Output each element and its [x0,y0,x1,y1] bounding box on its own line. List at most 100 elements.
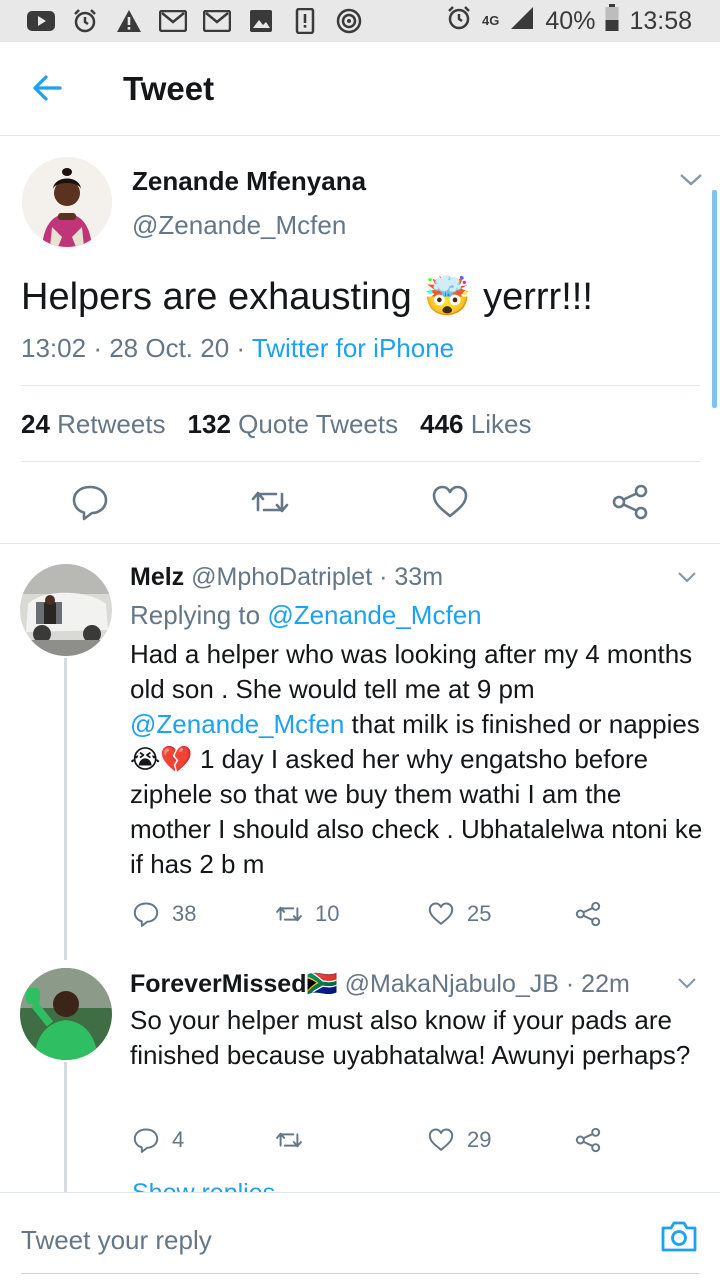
hotspot-icon [334,8,364,34]
quotes-count: 132 [187,409,231,439]
reply-author-name-text: ForeverMissed [130,970,307,998]
retweet-count: 10 [315,901,340,926]
gmail-icon [158,9,188,33]
reply-button[interactable]: 38 [132,900,196,928]
south-africa-flag-emoji: 🇿🇦 [306,970,338,998]
heart-icon [428,902,454,925]
avatar[interactable] [20,564,112,656]
share-button[interactable] [574,900,602,928]
divider [21,1273,700,1274]
quotes-stat[interactable]: 132 Quote Tweets [188,409,399,440]
reply-icon[interactable] [70,482,110,522]
reply-mention[interactable]: @Zenande_Mcfen [130,709,344,739]
tweet-source[interactable]: Twitter for iPhone [252,333,454,363]
exploding-head-emoji: 🤯 [423,276,472,318]
battery-percent: 40% [545,6,596,35]
heart-icon [428,1128,454,1151]
reply-age: 33m [394,563,444,591]
reply-composer: Tweet your reply [0,1192,720,1280]
reply-header: Melz @MphoDatriplet · 33m [130,563,444,591]
app-bar: Tweet [0,42,720,136]
author-handle[interactable]: @Zenande_Mcfen [132,210,346,241]
like-count: 29 [467,1127,492,1152]
likes-stat[interactable]: 446 Likes [420,409,531,440]
thread-line [64,658,67,960]
crying-broken-heart-emoji: 😭💔 [130,744,193,774]
chevron-down-icon[interactable] [676,974,698,992]
chevron-down-icon[interactable] [678,170,704,190]
like-count: 25 [467,901,492,926]
tweet-time: 13:02 [21,333,87,363]
retweets-label: Retweets [57,409,166,439]
share-button[interactable] [574,1126,602,1154]
reply-text: Had a helper who was looking after my 4 … [130,637,705,882]
reply-text: So your helper must also know if your pa… [130,1005,691,1070]
camera-icon[interactable] [660,1219,698,1253]
show-replies-link[interactable]: Show replies [132,1180,275,1192]
network-type: 4G [482,13,500,28]
share-icon [575,901,601,927]
warning-icon [114,9,144,33]
reply-icon [133,902,159,927]
share-icon[interactable] [610,482,650,522]
reply-button[interactable]: 4 [132,1126,184,1154]
storage-icon [290,8,320,34]
back-arrow-icon[interactable] [30,70,66,106]
reply-age: 22m [581,970,630,998]
youtube-icon [26,9,56,33]
chevron-down-icon[interactable] [676,568,698,586]
author-name[interactable]: Zenande Mfenyana [132,166,366,197]
divider [21,461,700,462]
retweets-stat[interactable]: 24 Retweets [21,409,166,440]
image-icon [246,9,276,33]
tweet-date: 28 Oct. 20 [109,333,230,363]
divider [21,385,700,386]
share-icon [575,1127,601,1153]
clock: 13:58 [629,6,692,35]
alarm-icon [70,9,100,33]
retweet-icon[interactable] [250,482,290,522]
scroll-indicator[interactable] [712,190,717,408]
retweet-button[interactable] [275,1126,315,1154]
reply-author-handle[interactable]: @MakaNjabulo_JB [345,970,559,998]
reply-count: 4 [172,1127,185,1152]
replying-to-label: Replying to [130,600,261,630]
quotes-label: Quote Tweets [238,409,399,439]
divider [0,543,720,544]
reply-text-part: 1 day I asked her why engatsho before zi… [130,744,703,879]
retweet-icon [276,1132,302,1148]
reply-header: ForeverMissed🇿🇦 @MakaNjabulo_JB · 22m [130,970,630,998]
reply-text-part: Had a helper who was looking after my 4 … [130,639,693,704]
battery-icon [605,3,619,39]
reply-author-name[interactable]: Melz [130,563,184,591]
reply-author-name[interactable]: ForeverMissed🇿🇦 [130,970,338,998]
tweet-timestamp: 13:02 · 28 Oct. 20 · Twitter for iPhone [21,333,455,363]
reply-count: 38 [172,901,197,926]
reply-author-handle[interactable]: @MphoDatriplet [191,563,372,591]
heart-icon[interactable] [430,482,470,522]
alarm-icon [446,5,472,38]
avatar[interactable] [22,157,112,247]
tweet-text-end: yerrr!!! [483,275,593,318]
reply-input[interactable]: Tweet your reply [21,1225,212,1256]
like-button[interactable]: 29 [427,1126,491,1154]
tweet-stats: 24 Retweets 132 Quote Tweets 446 Likes [21,409,531,440]
tweet-text-start: Helpers are exhausting [21,275,412,318]
likes-count: 446 [420,409,464,439]
gmail-icon [202,9,232,33]
retweet-button[interactable]: 10 [275,900,339,928]
likes-label: Likes [470,409,532,439]
signal-icon [509,5,535,38]
thread-line [64,1062,67,1192]
page-title: Tweet [123,70,215,107]
replying-to-mention[interactable]: @Zenande_Mcfen [267,600,481,630]
tweet-text: Helpers are exhausting 🤯 yerrr!!! [21,275,593,319]
status-bar: 4G 40% 13:58 [0,0,720,42]
retweet-icon [276,906,302,922]
reply-icon [133,1128,159,1153]
reply-text-part: that milk is finished or nappies [344,709,700,739]
avatar[interactable] [20,968,112,1060]
retweets-count: 24 [21,409,50,439]
replying-to: Replying to @Zenande_Mcfen [130,600,482,631]
like-button[interactable]: 25 [427,900,491,928]
